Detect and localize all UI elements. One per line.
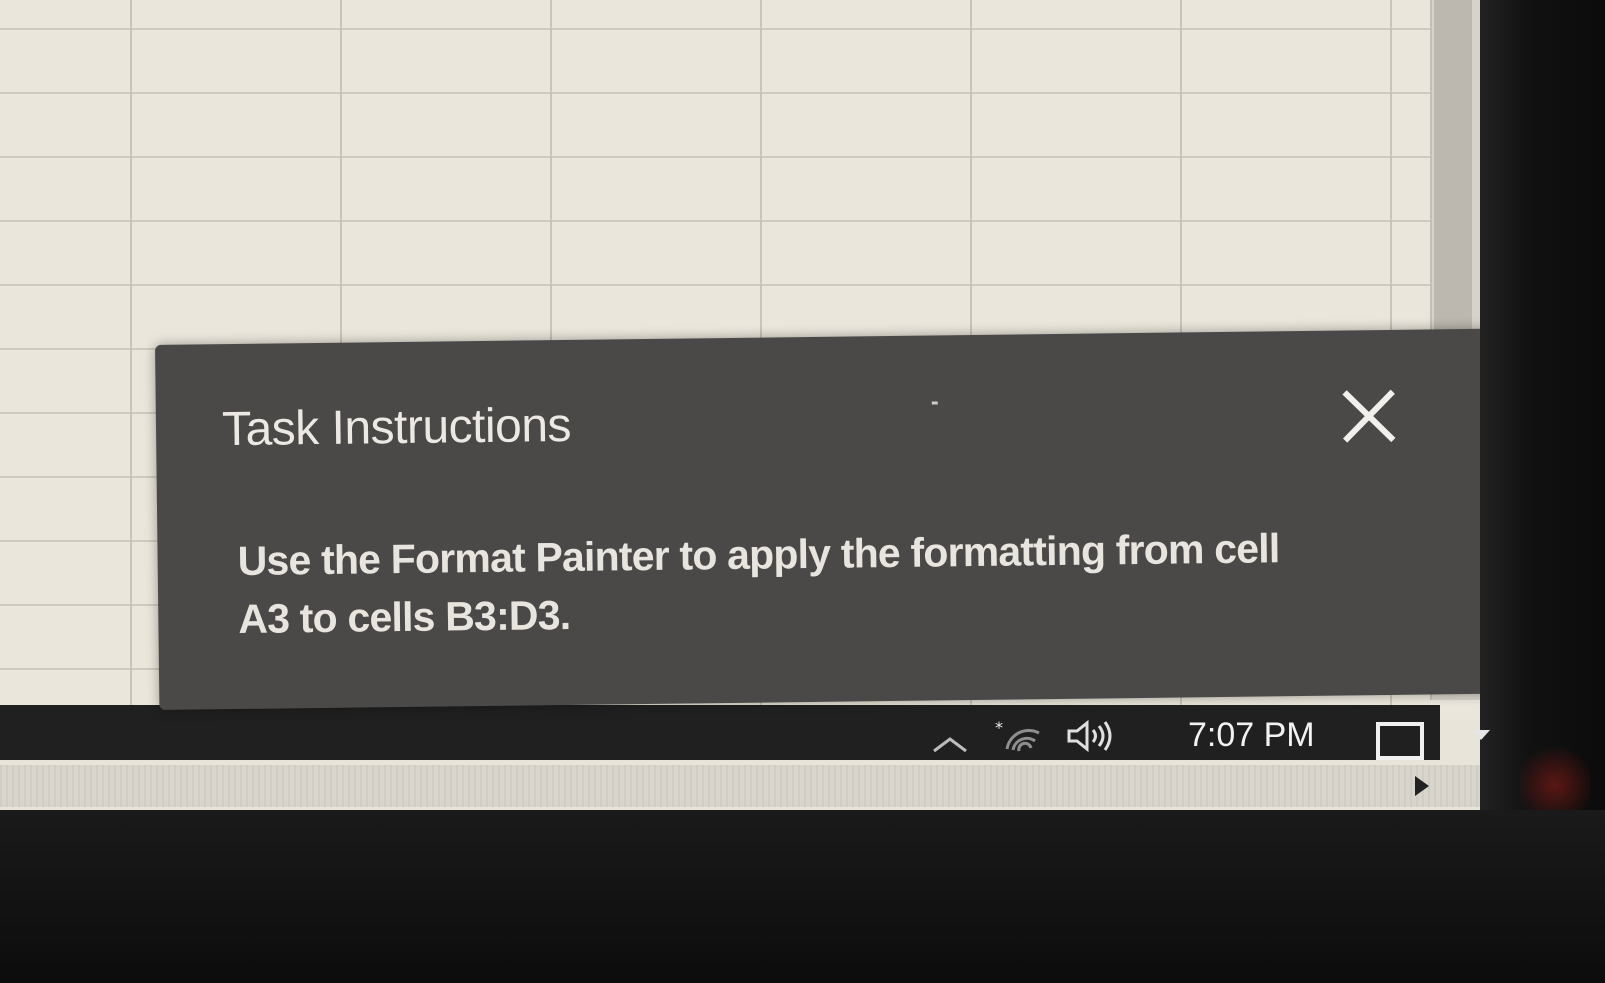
horizontal-scrollbar[interactable]: [0, 765, 1480, 807]
speaker-icon[interactable]: [1065, 719, 1115, 753]
taskbar-clock[interactable]: 7:07 PM: [1188, 716, 1315, 755]
chevron-up-icon[interactable]: [930, 733, 970, 753]
task-instructions-dialog: Task Instructions Use the Format Painter…: [155, 328, 1495, 710]
scroll-right-icon[interactable]: [1415, 776, 1429, 796]
wifi-icon[interactable]: *: [995, 719, 1043, 753]
monitor-bezel-bottom: [0, 810, 1605, 983]
photo-frame: * 7:07 PM Task Instructions Use the Form…: [0, 0, 1605, 983]
minimize-icon[interactable]: [931, 401, 938, 405]
action-center-icon[interactable]: [1375, 721, 1425, 761]
svg-text:*: *: [995, 719, 1003, 737]
dialog-instructions: Use the Format Painter to apply the form…: [237, 518, 1418, 648]
dropdown-arrow-icon[interactable]: [1472, 730, 1490, 740]
dialog-title: Task Instructions: [221, 398, 572, 457]
close-icon[interactable]: [1341, 388, 1398, 445]
